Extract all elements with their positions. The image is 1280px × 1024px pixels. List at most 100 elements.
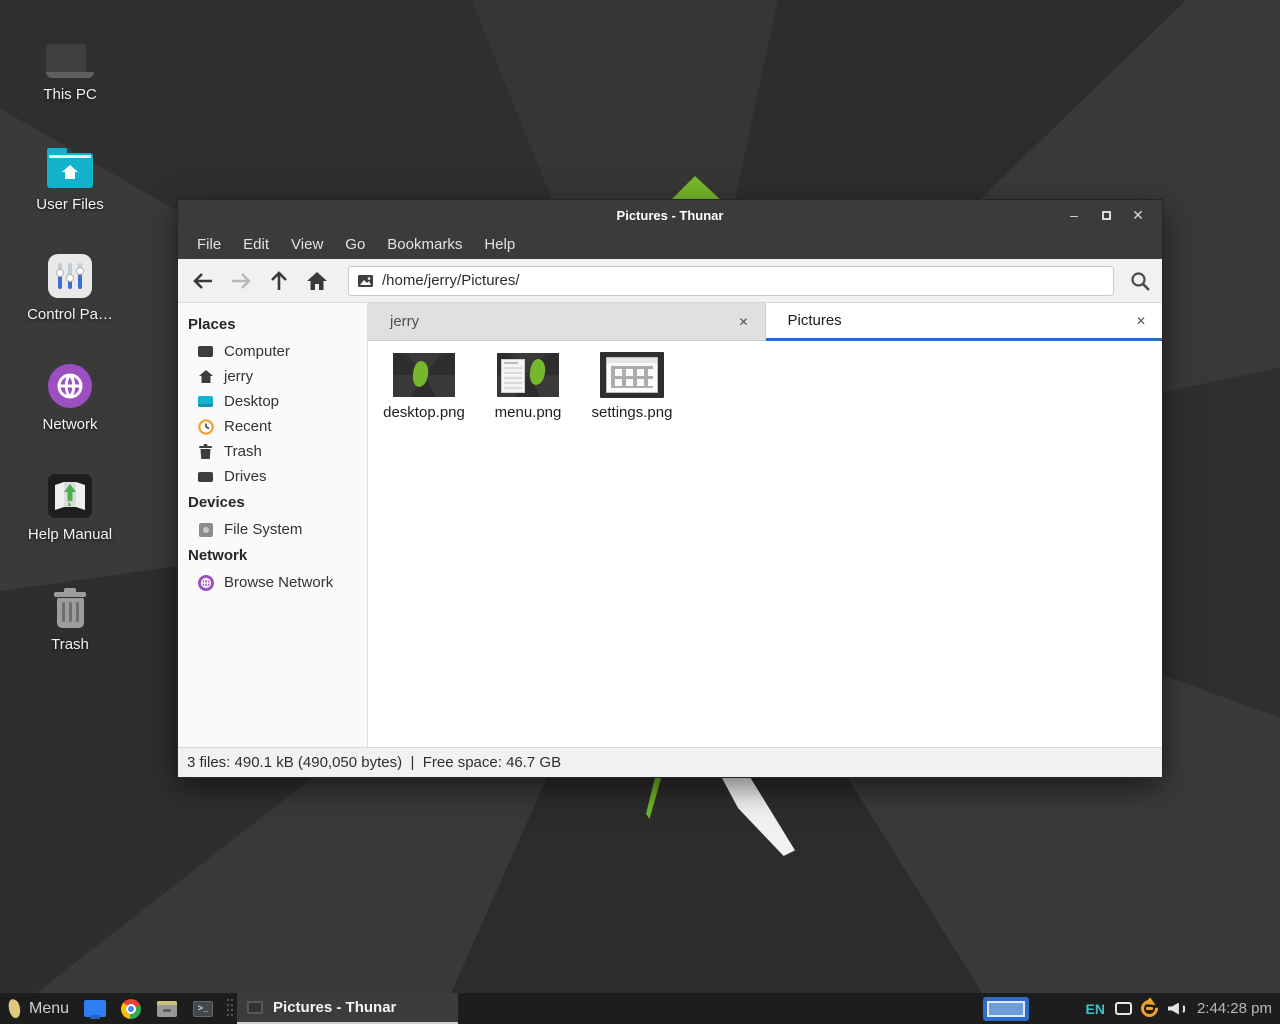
- sidebar-item-label: Desktop: [224, 393, 279, 410]
- clock[interactable]: 2:44:28 pm: [1197, 1000, 1272, 1017]
- file-settings-png[interactable]: settings.png: [582, 350, 682, 421]
- task-button-label: Pictures - Thunar: [273, 999, 396, 1016]
- file-name: settings.png: [592, 404, 673, 421]
- home-icon: [307, 272, 327, 290]
- desktop-icon-control-panel[interactable]: Control Pa…: [15, 246, 125, 350]
- menu-file[interactable]: File: [186, 232, 232, 257]
- taskbar: Menu >_ Pictures - Thunar EN 2:44:28 pm: [0, 993, 1280, 1024]
- sidebar-item-label: Trash: [224, 443, 262, 460]
- desktop-icon-label: Help Manual: [28, 526, 112, 543]
- path-bar[interactable]: /home/jerry/Pictures/: [348, 266, 1114, 296]
- pc-icon: [46, 26, 94, 78]
- menu-button[interactable]: Menu: [0, 993, 81, 1024]
- user-files-folder-icon: [47, 136, 93, 188]
- sidebar-item-jerry[interactable]: jerry: [178, 364, 367, 389]
- maximize-button[interactable]: [1090, 200, 1122, 230]
- search-icon: [1130, 271, 1150, 291]
- back-button[interactable]: [184, 262, 222, 300]
- desktop-icon-user-files[interactable]: User Files: [15, 136, 125, 240]
- path-text: /home/jerry/Pictures/: [382, 272, 520, 289]
- sidebar-item-drives[interactable]: Drives: [178, 464, 367, 489]
- menu-logo-icon: [7, 998, 22, 1019]
- sidebar-item-recent[interactable]: Recent: [178, 414, 367, 439]
- terminal-launcher[interactable]: >_: [191, 993, 215, 1024]
- minimize-button[interactable]: –: [1058, 200, 1090, 230]
- forward-button[interactable]: [222, 262, 260, 300]
- chrome-icon: [121, 999, 141, 1019]
- show-desktop-button[interactable]: [83, 993, 107, 1024]
- desktop-icon-trash[interactable]: Trash: [15, 576, 125, 680]
- file-thumbnail: [393, 352, 455, 398]
- file-cabinet-icon: [157, 1001, 177, 1017]
- sidebar-item-desktop[interactable]: Desktop: [178, 389, 367, 414]
- close-button[interactable]: ✕: [1122, 200, 1154, 230]
- show-desktop-icon: [84, 1000, 106, 1017]
- sidebar-header-places: Places: [178, 311, 367, 339]
- sidebar-item-browse-network[interactable]: Browse Network: [178, 570, 367, 595]
- file-thumbnail: [600, 352, 664, 398]
- volume-icon[interactable]: [1168, 1003, 1185, 1015]
- tab-close-icon[interactable]: ✕: [1133, 312, 1149, 330]
- filesystem-icon: [197, 521, 214, 538]
- image-icon: [358, 275, 373, 287]
- file-menu-png[interactable]: menu.png: [478, 350, 578, 421]
- network-globe-icon: [48, 356, 92, 408]
- control-panel-icon: [48, 246, 92, 298]
- titlebar[interactable]: Pictures - Thunar – ✕: [178, 200, 1162, 230]
- desktop-icon-this-pc[interactable]: This PC: [15, 26, 125, 130]
- drives-icon: [197, 468, 214, 485]
- menu-go[interactable]: Go: [334, 232, 376, 257]
- keyboard-layout-indicator[interactable]: EN: [1085, 1001, 1104, 1017]
- desktop-icon-label: Control Pa…: [27, 306, 113, 323]
- system-tray: EN 2:44:28 pm: [983, 993, 1280, 1024]
- computer-icon: [197, 343, 214, 360]
- menu-bookmarks[interactable]: Bookmarks: [376, 232, 473, 257]
- sidebar-item-label: File System: [224, 521, 302, 538]
- menu-help[interactable]: Help: [473, 232, 526, 257]
- back-icon: [193, 273, 213, 289]
- display-icon[interactable]: [1115, 1002, 1132, 1015]
- tab-label: Pictures: [788, 312, 1133, 329]
- tab-close-icon[interactable]: ✕: [735, 313, 751, 331]
- desktop-icon-help-manual[interactable]: Help Manual: [15, 466, 125, 570]
- file-view: desktop.png menu.png settings.png: [368, 341, 1162, 747]
- task-button-thunar[interactable]: Pictures - Thunar: [237, 993, 458, 1024]
- menu-view[interactable]: View: [280, 232, 334, 257]
- browser-launcher[interactable]: [119, 993, 143, 1024]
- update-manager-icon[interactable]: [1137, 997, 1161, 1021]
- sidebar-header-devices: Devices: [178, 489, 367, 517]
- file-thumbnail: [497, 352, 559, 398]
- desktop-icon-network[interactable]: Network: [15, 356, 125, 460]
- up-button[interactable]: [260, 262, 298, 300]
- sidebar-item-file-system[interactable]: File System: [178, 517, 367, 542]
- thunar-task-icon: [247, 1001, 263, 1014]
- main-pane: jerry ✕ Pictures ✕ desktop.png: [368, 303, 1162, 747]
- file-manager-launcher[interactable]: [155, 993, 179, 1024]
- home-button[interactable]: [298, 262, 336, 300]
- workspace-switcher[interactable]: [983, 997, 1029, 1021]
- panel-handle[interactable]: [226, 999, 234, 1019]
- home-glyph: [61, 164, 79, 180]
- trash-icon: [197, 443, 214, 460]
- window-body: Places Computer jerry Desktop: [178, 303, 1162, 747]
- search-button[interactable]: [1118, 259, 1162, 303]
- help-manual-icon: [48, 466, 92, 518]
- home-icon: [197, 368, 214, 385]
- status-text: 3 files: 490.1 kB (490,050 bytes) | Free…: [187, 754, 561, 771]
- sidebar: Places Computer jerry Desktop: [178, 303, 368, 747]
- desktop-icon-label: User Files: [36, 196, 104, 213]
- status-bar: 3 files: 490.1 kB (490,050 bytes) | Free…: [178, 747, 1162, 777]
- tab-jerry[interactable]: jerry ✕: [368, 303, 766, 341]
- desktop-icon: [197, 393, 214, 410]
- globe-glyph: [55, 371, 85, 401]
- menu-edit[interactable]: Edit: [232, 232, 280, 257]
- sidebar-item-label: Recent: [224, 418, 272, 435]
- tab-label: jerry: [390, 313, 735, 330]
- sidebar-item-trash[interactable]: Trash: [178, 439, 367, 464]
- window-title: Pictures - Thunar: [617, 208, 724, 223]
- tab-pictures[interactable]: Pictures ✕: [766, 303, 1163, 341]
- file-desktop-png[interactable]: desktop.png: [374, 350, 474, 421]
- sidebar-item-computer[interactable]: Computer: [178, 339, 367, 364]
- file-name: desktop.png: [383, 404, 465, 421]
- up-icon: [271, 271, 287, 291]
